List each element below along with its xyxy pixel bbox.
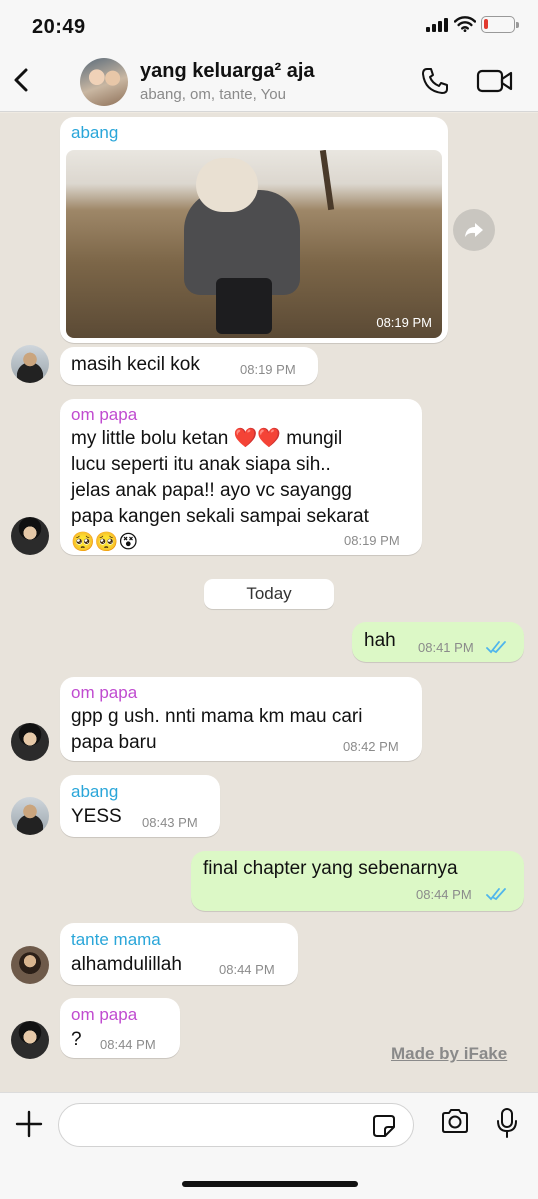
- message-time: 08:19 PM: [344, 533, 400, 548]
- battery-icon: [481, 16, 519, 33]
- chevron-left-icon[interactable]: [8, 60, 40, 100]
- message-time: 08:41 PM: [418, 640, 474, 655]
- watermark: Made by iFake: [391, 1044, 508, 1063]
- plus-icon[interactable]: [14, 1109, 44, 1139]
- avatar[interactable]: [11, 723, 49, 761]
- message-text: masih kecil kok: [71, 354, 200, 375]
- message-time: 08:44 PM: [100, 1037, 156, 1052]
- message-time: 08:42 PM: [343, 739, 399, 754]
- video-camera-icon[interactable]: [476, 68, 514, 94]
- sender-name-tante-mama: tante mama: [71, 930, 161, 949]
- status-bar: 20:49: [0, 0, 538, 52]
- group-title[interactable]: yang keluarga² aja: [140, 60, 315, 83]
- avatar[interactable]: [11, 946, 49, 984]
- avatar[interactable]: [11, 1021, 49, 1059]
- message-time: 08:44 PM: [416, 887, 472, 902]
- chat-header: yang keluarga² aja abang, om, tante, You: [0, 52, 538, 112]
- message-input[interactable]: [58, 1103, 414, 1147]
- sender-name-om-papa: om papa: [71, 405, 138, 424]
- read-ticks-icon: [486, 641, 506, 654]
- wifi-icon: [454, 16, 476, 32]
- avatar[interactable]: [11, 797, 49, 835]
- forward-arrow-icon[interactable]: [453, 209, 495, 251]
- message-text: alhamdulillah: [71, 954, 182, 975]
- battery-level: [484, 19, 488, 29]
- message-text: final chapter yang sebenarnya: [203, 858, 458, 879]
- message-time: 08:43 PM: [142, 815, 198, 830]
- home-indicator: [182, 1181, 358, 1187]
- avatar[interactable]: [11, 345, 49, 383]
- sticker-icon[interactable]: [372, 1114, 396, 1138]
- sender-name-om-papa: om papa: [71, 683, 138, 702]
- group-members[interactable]: abang, om, tante, You: [140, 86, 286, 103]
- group-avatar[interactable]: [80, 58, 128, 106]
- avatar[interactable]: [11, 517, 49, 555]
- message-time: 08:19 PM: [240, 362, 296, 377]
- camera-icon[interactable]: [440, 1108, 470, 1134]
- date-divider: Today: [204, 579, 334, 609]
- sender-name-abang: abang: [71, 123, 119, 142]
- status-time: 20:49: [32, 16, 86, 38]
- message-text: ?: [71, 1029, 82, 1050]
- cellular-signal-icon: [426, 18, 448, 32]
- message-text: hah: [364, 630, 396, 651]
- sender-name-om-papa: om papa: [71, 1005, 138, 1024]
- sender-name-abang: abang: [71, 782, 119, 801]
- message-input-bar: [0, 1092, 538, 1199]
- message-time: 08:19 PM: [376, 315, 432, 330]
- shared-photo[interactable]: 08:19 PM: [66, 150, 442, 338]
- microphone-icon[interactable]: [496, 1107, 518, 1139]
- message-text: YESS: [71, 806, 122, 827]
- read-ticks-icon: [486, 888, 506, 901]
- phone-icon[interactable]: [420, 66, 450, 96]
- message-time: 08:44 PM: [219, 962, 275, 977]
